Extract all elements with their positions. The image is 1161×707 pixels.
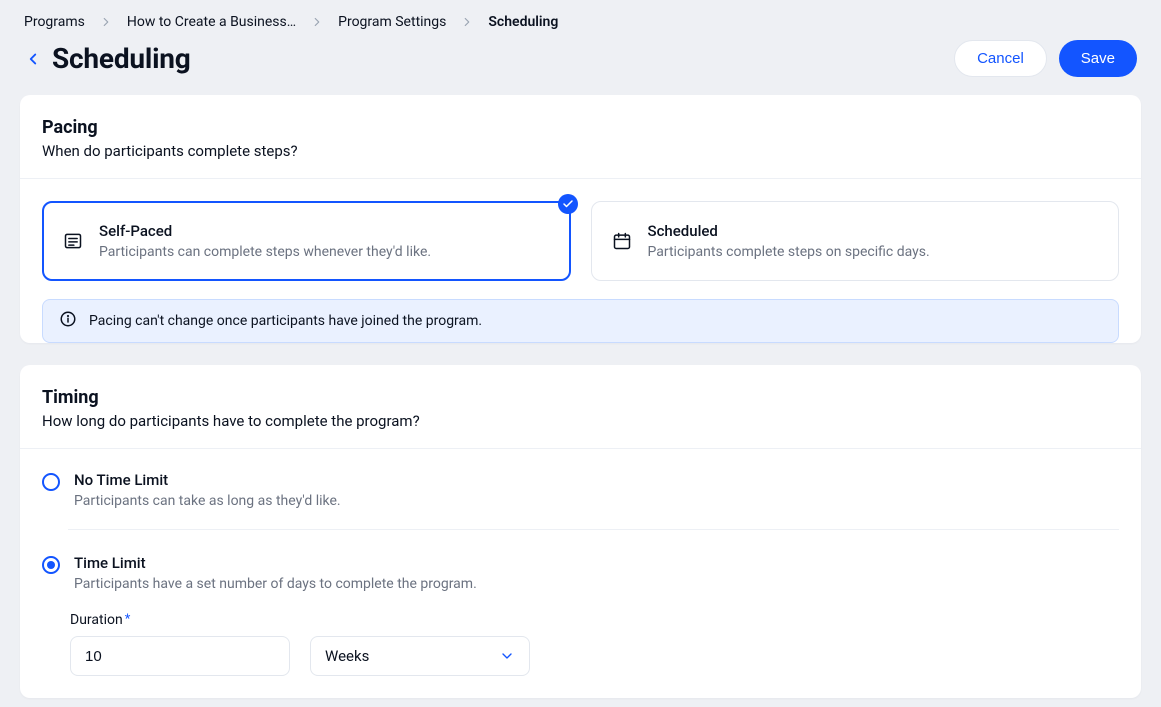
save-button[interactable]: Save <box>1059 40 1137 77</box>
check-badge-icon <box>558 194 578 214</box>
list-icon <box>63 231 83 251</box>
pacing-subheading: When do participants complete steps? <box>42 142 1119 160</box>
breadcrumb-scheduling[interactable]: Scheduling <box>488 14 558 30</box>
pacing-option-desc: Participants can complete steps whenever… <box>99 244 431 260</box>
duration-label: Duration* <box>70 612 1119 628</box>
pacing-option-title: Scheduled <box>648 222 930 240</box>
pacing-option-title: Self-Paced <box>99 222 431 240</box>
back-button[interactable] <box>24 50 42 68</box>
timing-subheading: How long do participants have to complet… <box>42 412 1119 430</box>
timing-option-no-limit[interactable]: No Time Limit Participants can take as l… <box>42 471 1119 529</box>
timing-option-desc: Participants can take as long as they'd … <box>74 493 341 509</box>
timing-heading: Timing <box>42 387 1119 408</box>
radio-icon[interactable] <box>42 473 60 491</box>
pacing-option-desc: Participants complete steps on specific … <box>648 244 930 260</box>
breadcrumb-program-settings[interactable]: Program Settings <box>338 14 446 30</box>
cancel-button[interactable]: Cancel <box>954 40 1047 77</box>
breadcrumb-program[interactable]: How to Create a Business… <box>127 14 296 30</box>
timing-option-title: No Time Limit <box>74 471 341 489</box>
required-marker: * <box>125 612 131 627</box>
chevron-right-icon <box>310 15 324 29</box>
radio-icon[interactable] <box>42 556 60 574</box>
pacing-option-self-paced[interactable]: Self-Paced Participants can complete ste… <box>42 201 571 281</box>
breadcrumb-programs[interactable]: Programs <box>24 14 85 30</box>
timing-panel: Timing How long do participants have to … <box>20 365 1141 698</box>
duration-unit-selected: Weeks <box>325 647 369 665</box>
pacing-panel: Pacing When do participants complete ste… <box>20 95 1141 343</box>
pacing-info-text: Pacing can't change once participants ha… <box>89 313 482 329</box>
info-icon <box>59 310 77 332</box>
pacing-heading: Pacing <box>42 117 1119 138</box>
breadcrumb: Programs How to Create a Business… Progr… <box>0 0 1161 36</box>
page-title: Scheduling <box>52 42 191 75</box>
pacing-info-banner: Pacing can't change once participants ha… <box>42 299 1119 343</box>
chevron-down-icon <box>499 648 515 664</box>
pacing-option-scheduled[interactable]: Scheduled Participants complete steps on… <box>591 201 1120 281</box>
timing-option-desc: Participants have a set number of days t… <box>74 576 477 592</box>
duration-value-input[interactable] <box>70 636 290 676</box>
chevron-right-icon <box>99 15 113 29</box>
divider <box>68 529 1119 530</box>
timing-option-title: Time Limit <box>74 554 477 572</box>
duration-unit-select[interactable]: Weeks <box>310 636 530 676</box>
chevron-right-icon <box>460 15 474 29</box>
title-row: Scheduling Cancel Save <box>0 36 1161 95</box>
calendar-icon <box>612 231 632 251</box>
timing-option-time-limit[interactable]: Time Limit Participants have a set numbe… <box>42 554 1119 612</box>
